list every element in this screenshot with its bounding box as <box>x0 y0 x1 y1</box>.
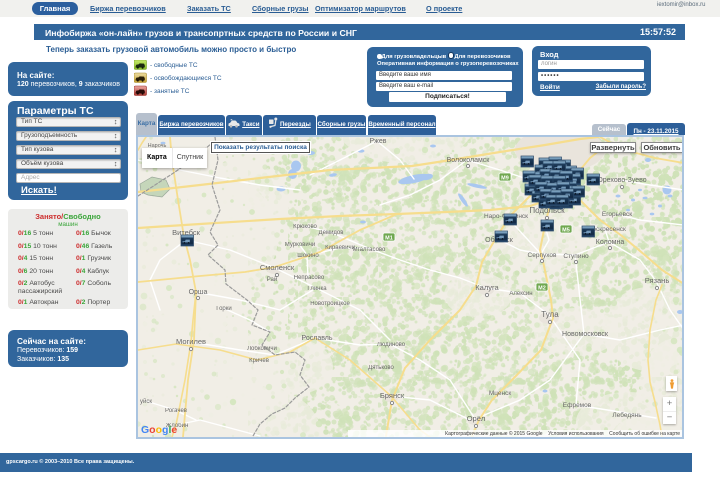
svg-text:Крюково: Крюково <box>293 224 317 230</box>
svg-text:Кричев: Кричев <box>249 358 269 364</box>
svg-text:Мурковичи: Мурковичи <box>285 242 315 248</box>
svg-text:Мценск: Мценск <box>489 390 512 397</box>
svg-text:Орехово-Зуево: Орехово-Зуево <box>597 177 646 184</box>
svg-text:уйск: уйск <box>140 398 152 405</box>
svg-text:М5: М5 <box>562 227 570 233</box>
svg-text:Егорьевск: Егорьевск <box>602 211 632 218</box>
svg-text:Серпухов: Серпухов <box>528 252 557 259</box>
svg-text:М1: М1 <box>385 235 393 241</box>
svg-text:Мгалтасово: Мгалтасово <box>353 247 386 253</box>
svg-text:М2: М2 <box>538 285 546 291</box>
svg-text:Коломна: Коломна <box>596 239 625 246</box>
svg-text:Орёл: Орёл <box>467 414 486 423</box>
svg-text:Рославль: Рославль <box>301 335 332 342</box>
svg-text:Демидов: Демидов <box>319 230 344 236</box>
svg-text:Могилев: Могилев <box>176 337 206 346</box>
svg-text:Горки: Горки <box>216 306 232 312</box>
svg-text:Орша: Орша <box>189 289 208 296</box>
svg-text:Людиново: Людиново <box>377 342 406 348</box>
svg-text:Дятьково: Дятьково <box>368 365 394 371</box>
svg-text:Волоколамск: Волоколамск <box>447 157 491 164</box>
svg-text:Рязань: Рязань <box>645 276 670 285</box>
svg-text:Алексин: Алексин <box>509 291 532 297</box>
svg-text:Смоленск: Смоленск <box>260 263 295 272</box>
svg-text:Лебедянь: Лебедянь <box>612 411 642 419</box>
svg-text:Рай: Рай <box>267 276 278 283</box>
svg-text:Лобковичи: Лобковичи <box>247 346 277 352</box>
svg-text:Кираевичи: Кираевичи <box>325 245 355 251</box>
svg-text:Тула: Тула <box>541 310 559 319</box>
svg-text:М9: М9 <box>501 175 509 181</box>
svg-text:Глинка: Глинка <box>307 286 327 292</box>
svg-text:Новомосковск: Новомосковск <box>562 331 609 338</box>
svg-text:Новотроицкое: Новотроицкое <box>310 301 350 307</box>
svg-text:Рогачев: Рогачев <box>165 408 187 414</box>
svg-text:Шокино: Шокино <box>297 253 319 259</box>
svg-text:Брянск: Брянск <box>380 391 405 400</box>
svg-text:Непрасово: Непрасово <box>294 275 325 281</box>
svg-text:Ступино: Ступино <box>563 253 589 260</box>
svg-text:Ржев: Ржев <box>370 138 387 145</box>
svg-text:Ефремов: Ефремов <box>563 402 592 409</box>
svg-text:Калуга: Калуга <box>475 283 499 292</box>
